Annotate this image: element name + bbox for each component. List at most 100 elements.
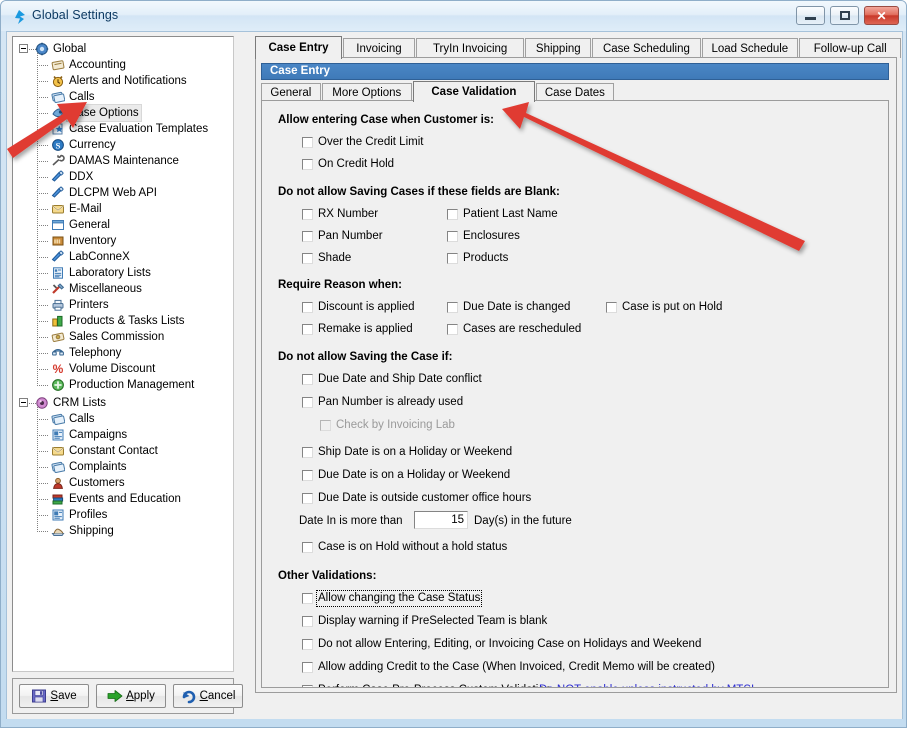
checkbox-box[interactable] [447, 231, 458, 242]
tab-load-schedule[interactable]: Load Schedule [701, 38, 798, 58]
tree-connector [37, 53, 38, 385]
subtab-label: Case Dates [544, 86, 605, 99]
checkbox-box[interactable] [302, 231, 313, 242]
checkbox-box[interactable] [606, 302, 617, 313]
tree-item-complaints[interactable]: Complaints [13, 459, 233, 475]
calls-icon [51, 90, 66, 104]
tree-item-label: DLCPM Web API [69, 187, 157, 199]
tree-item-label: Sales Commission [69, 331, 165, 343]
tree-expander[interactable] [19, 398, 28, 407]
tree-item-label: Shipping [69, 525, 114, 537]
tree-item-constant-contact[interactable]: Constant Contact [13, 443, 233, 459]
tree-item-miscellaneous[interactable]: Miscellaneous [13, 281, 233, 297]
tree-item-shipping[interactable]: Shipping [13, 523, 233, 539]
settings-tree[interactable]: Global Accounting Alerts and Notifications… [12, 36, 234, 672]
tree-item-damas-maintenance[interactable]: DAMAS Maintenance [13, 153, 233, 169]
tree-item-dlcpm-web-api[interactable]: DLCPM Web API [13, 185, 233, 201]
title-bar[interactable]: Global Settings ✕ [1, 1, 906, 31]
tree-item-production-management[interactable]: Production Management [13, 377, 233, 393]
date-in-prefix-label: Date In is more than [299, 515, 403, 527]
subtab-case-dates[interactable]: Case Dates [535, 83, 614, 101]
checkbox-box[interactable] [447, 209, 458, 220]
subtab-case-validation[interactable]: Case Validation [412, 81, 535, 102]
tree-item-products-tasks-lists[interactable]: Products & Tasks Lists [13, 313, 233, 329]
date-in-days-input[interactable]: 15 [414, 511, 468, 529]
checkbox-box[interactable] [447, 253, 458, 264]
tree-item-e-mail[interactable]: E-Mail [13, 201, 233, 217]
close-button[interactable]: ✕ [864, 6, 899, 25]
checkbox-box[interactable] [302, 639, 313, 650]
tree-item-labconnex[interactable]: LabConneX [13, 249, 233, 265]
tab-invoicing[interactable]: Invoicing [343, 38, 415, 58]
apply-button[interactable]: Apply [96, 684, 166, 708]
checkbox-box[interactable] [302, 685, 313, 687]
checkbox-label: Due Date is outside customer office hour… [318, 492, 532, 504]
tab-tryin-invoicing[interactable]: TryIn Invoicing [415, 38, 525, 58]
checkbox-box[interactable] [302, 542, 313, 553]
checkbox-box[interactable] [302, 374, 313, 385]
checkbox-box[interactable] [302, 662, 313, 673]
checkbox-box[interactable] [302, 159, 313, 170]
tree-expander[interactable] [19, 44, 28, 53]
checkbox-box[interactable] [302, 137, 313, 148]
checkbox-box[interactable] [302, 302, 313, 313]
ddx-icon [51, 170, 65, 184]
checkbox-box[interactable] [302, 397, 313, 408]
tab-case-scheduling[interactable]: Case Scheduling [592, 38, 701, 58]
tree-item-events-and-education[interactable]: Events and Education [13, 491, 233, 507]
tree-group-crm-lists[interactable]: CRM Lists [13, 395, 233, 411]
tree-item-general[interactable]: General [13, 217, 233, 233]
tree-item-alerts-and-notifications[interactable]: Alerts and Notifications [13, 73, 233, 89]
tree-item-campaigns[interactable]: Campaigns [13, 427, 233, 443]
tab-shipping[interactable]: Shipping [525, 38, 592, 58]
subtab-more-options[interactable]: More Options [321, 83, 412, 101]
checkbox-box[interactable] [447, 302, 458, 313]
tree-item-accounting[interactable]: Accounting [13, 57, 233, 73]
checkbox-label: Enclosures [463, 230, 520, 242]
tree-group-global[interactable]: Global [13, 41, 233, 57]
tree-item-currency[interactable]: S Currency [13, 137, 233, 153]
inner-tab-strip[interactable]: General More Options Case Validation Case D… [261, 81, 889, 102]
checkbox-box[interactable] [447, 324, 458, 335]
tree-item-profiles[interactable]: Profiles [13, 507, 233, 523]
checkbox-box[interactable] [302, 253, 313, 264]
tree-item-laboratory-lists[interactable]: Laboratory Lists [13, 265, 233, 281]
email-icon [51, 444, 65, 458]
tree-item-case-options[interactable]: Case Options [13, 104, 233, 122]
cancel-button[interactable]: Cancel [173, 684, 243, 708]
save-button[interactable]: Save [19, 684, 89, 708]
production-icon [51, 378, 65, 392]
outer-tab-strip[interactable]: Case Entry Invoicing TryIn Invoicing Shippi… [255, 36, 902, 59]
subtab-general[interactable]: General [261, 83, 321, 101]
window-icon [51, 218, 65, 232]
tree-item-sales-commission[interactable]: Sales Commission [13, 329, 233, 345]
apply-label: Apply [126, 690, 155, 702]
tab-follow-up-call[interactable]: Follow-up Call [799, 38, 902, 58]
maximize-button[interactable] [830, 6, 859, 25]
tree-item-volume-discount[interactable]: % Volume Discount [13, 361, 233, 377]
tree-item-ddx[interactable]: DDX [13, 169, 233, 185]
checkbox-box[interactable] [302, 493, 313, 504]
tree-item-label: Case Options [66, 104, 142, 122]
checkbox-box[interactable] [302, 447, 313, 458]
checkbox-box[interactable] [302, 470, 313, 481]
tree-item-label: Events and Education [69, 493, 181, 505]
minimize-button[interactable] [796, 6, 825, 25]
tree-item-telephony[interactable]: Telephony [13, 345, 233, 361]
checkbox-box[interactable] [302, 324, 313, 335]
tree-item-customers[interactable]: Customers [13, 475, 233, 491]
tab-case-entry[interactable]: Case Entry [255, 36, 342, 59]
svg-text:S: S [56, 140, 61, 150]
tree-item-printers[interactable]: Printers [13, 297, 233, 313]
tree-item-calls[interactable]: Calls [13, 411, 233, 427]
checkbox-box[interactable] [302, 593, 313, 604]
checkbox-box[interactable] [302, 616, 313, 627]
alarm-clock-icon [51, 74, 65, 88]
checkbox-label: Case is on Hold without a hold status [318, 541, 508, 553]
tree-item-inventory[interactable]: Inventory [13, 233, 233, 249]
tree-item-label: LabConneX [69, 251, 130, 263]
tree-item-case-evaluation-templates[interactable]: Case Evaluation Templates [13, 121, 233, 137]
tree-item-calls[interactable]: Calls [13, 89, 233, 105]
case-validation-form: Allow entering Case when Customer is: Ove… [261, 100, 889, 688]
checkbox-box[interactable] [302, 209, 313, 220]
